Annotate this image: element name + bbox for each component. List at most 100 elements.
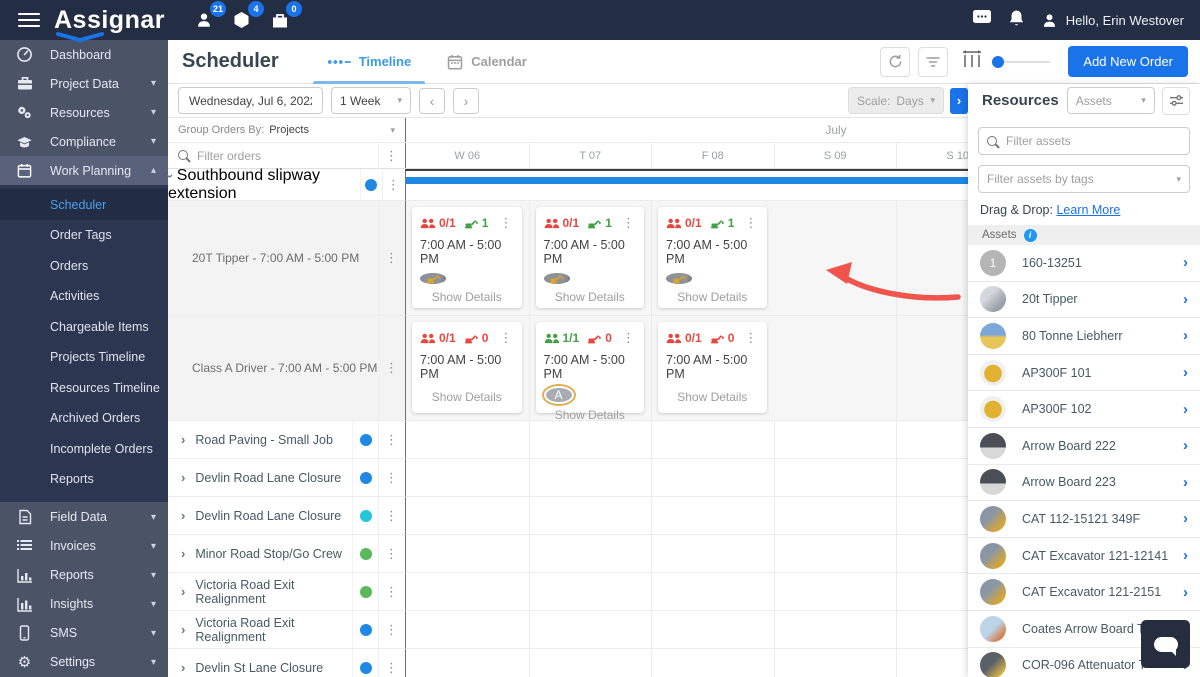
expand-icon[interactable] <box>181 508 185 523</box>
orders-menu-icon[interactable] <box>378 143 405 168</box>
menu-icon[interactable] <box>18 13 40 27</box>
order-group-row[interactable]: Victoria Road Exit Realignment <box>168 611 968 649</box>
sidebar-item-sms[interactable]: SMS ▾ <box>0 619 168 648</box>
asset-list-item[interactable]: Arrow Board 223 <box>968 464 1200 502</box>
asset-chevron-icon[interactable] <box>1183 327 1188 344</box>
order-group-row[interactable]: Devlin Road Lane Closure <box>168 459 968 497</box>
shift-card[interactable]: 1/1 0 7:00 AM - 5:00 PM A <box>535 322 644 422</box>
asset-list-item[interactable]: CAT Excavator 121-2151 <box>968 574 1200 611</box>
asset-avatar[interactable] <box>543 273 570 284</box>
asset-chevron-icon[interactable] <box>1183 547 1188 564</box>
submenu-item[interactable]: Order Tags <box>0 220 168 251</box>
sidebar-item-compliance[interactable]: Compliance ▾ <box>0 127 168 156</box>
range-select[interactable]: 1 Week ▾ <box>331 87 411 114</box>
order-group-row[interactable]: Minor Road Stop/Go Crew <box>168 535 968 573</box>
submenu-item[interactable]: Projects Timeline <box>0 342 168 373</box>
assets-icon[interactable]: 4 <box>229 1 264 33</box>
column-width-button[interactable] <box>962 50 982 73</box>
order-menu-icon[interactable] <box>378 459 405 496</box>
asset-chevron-icon[interactable] <box>1183 474 1188 491</box>
notifications-icon[interactable] <box>1008 9 1025 32</box>
row-menu-icon[interactable] <box>378 201 405 315</box>
row-menu-icon[interactable] <box>378 316 405 420</box>
order-menu-icon[interactable] <box>378 649 405 677</box>
learn-more-link[interactable]: Learn More <box>1056 203 1120 217</box>
filter-button[interactable] <box>918 46 949 77</box>
asset-chevron-icon[interactable] <box>1183 584 1188 601</box>
shift-card[interactable]: 0/1 0 7:00 AM - 5:00 PM <box>412 322 522 413</box>
prev-button[interactable]: ‹ <box>419 87 445 114</box>
sidebar-item-project-data[interactable]: Project Data ▾ <box>0 69 168 98</box>
order-menu-icon[interactable] <box>378 573 405 610</box>
expand-icon[interactable] <box>181 546 185 561</box>
asset-chevron-icon[interactable] <box>1183 510 1188 527</box>
shift-card[interactable]: 0/1 0 7:00 AM - 5:00 PM <box>658 322 767 413</box>
show-details-button[interactable]: Show Details <box>544 284 637 313</box>
asset-list-item[interactable]: 20t Tipper <box>968 281 1200 319</box>
submenu-item[interactable]: Chargeable Items <box>0 311 168 342</box>
group-orders-by-select[interactable]: Group Orders By: Projects ▾ <box>168 118 405 142</box>
order-group-row[interactable]: Victoria Road Exit Realignment <box>168 573 968 611</box>
filter-orders-input[interactable]: Filter orders <box>168 143 405 168</box>
show-details-button[interactable]: Show Details <box>666 384 759 413</box>
expand-panel-button[interactable]: › <box>950 87 968 114</box>
submenu-item[interactable]: Incomplete Orders <box>0 433 168 464</box>
submenu-item[interactable]: Reports <box>0 464 168 495</box>
worker-avatar[interactable]: A <box>545 388 572 402</box>
expand-icon[interactable] <box>181 432 185 447</box>
info-icon[interactable]: i <box>1023 228 1037 242</box>
order-menu-icon[interactable] <box>378 611 405 648</box>
sidebar-item-dashboard[interactable]: Dashboard <box>0 40 168 69</box>
submenu-item[interactable]: Scheduler <box>0 189 168 220</box>
shift-card[interactable]: 0/1 1 7:00 AM - 5:00 PM <box>535 207 644 308</box>
asset-list-item[interactable]: CAT Excavator 121-12141 <box>968 537 1200 575</box>
scale-select[interactable]: Scale: Days ▾ <box>848 87 944 114</box>
asset-list-item[interactable]: AP300F 101 <box>968 354 1200 392</box>
order-group-row[interactable]: Devlin Road Lane Closure <box>168 497 968 535</box>
chat-launcher[interactable] <box>1141 620 1190 668</box>
tab-calendar[interactable]: Calendar <box>443 40 531 84</box>
order-menu-icon[interactable] <box>378 497 405 534</box>
project-duration-bar[interactable] <box>406 177 968 184</box>
submenu-item[interactable]: Orders <box>0 250 168 281</box>
order-group-row[interactable]: Road Paving - Small Job <box>168 421 968 459</box>
order-group-row[interactable]: Southbound slipway extension <box>168 167 968 202</box>
sidebar-item-work-planning[interactable]: Work Planning ▴ <box>0 156 168 186</box>
user-menu[interactable]: Hello, Erin Westover <box>1041 12 1184 29</box>
card-menu-icon[interactable] <box>500 329 514 347</box>
asset-chevron-icon[interactable] <box>1183 291 1188 308</box>
workers-icon[interactable]: 21 <box>191 1 226 33</box>
expand-icon[interactable] <box>181 470 185 485</box>
add-new-order-button[interactable]: Add New Order <box>1068 46 1188 77</box>
brand-logo[interactable]: Assignar <box>54 6 165 42</box>
sidebar-item-invoices[interactable]: Invoices ▾ <box>0 532 168 561</box>
expand-icon[interactable] <box>181 584 185 599</box>
card-menu-icon[interactable] <box>745 329 759 347</box>
filter-tags-select[interactable]: Filter assets by tags ▾ <box>978 165 1190 193</box>
submenu-item[interactable]: Activities <box>0 281 168 312</box>
tab-timeline[interactable]: Timeline <box>312 40 426 84</box>
card-menu-icon[interactable] <box>622 214 636 232</box>
order-group-row[interactable]: Devlin St Lane Closure <box>168 649 968 677</box>
submenu-item[interactable]: Resources Timeline <box>0 372 168 403</box>
sidebar-item-reports[interactable]: Reports ▾ <box>0 561 168 590</box>
asset-avatar[interactable] <box>666 273 692 284</box>
sidebar-item-settings[interactable]: ⚙ Settings ▾ <box>0 648 168 677</box>
card-menu-icon[interactable] <box>622 329 636 347</box>
asset-list-item[interactable]: CAT 112-15121 349F <box>968 501 1200 538</box>
order-menu-icon[interactable] <box>378 535 405 572</box>
asset-avatar[interactable] <box>420 273 446 284</box>
messages-icon[interactable] <box>972 9 992 31</box>
shift-card[interactable]: 0/1 1 7:00 AM - 5:00 PM <box>658 207 767 308</box>
slider-knob[interactable] <box>992 55 1005 68</box>
asset-chevron-icon[interactable] <box>1183 364 1188 381</box>
show-details-button[interactable]: Show Details <box>420 384 514 413</box>
shift-card[interactable]: 0/1 1 7:00 AM - 5:00 PM <box>412 207 522 308</box>
collapse-icon[interactable] <box>161 173 179 177</box>
asset-chevron-icon[interactable] <box>1183 437 1188 454</box>
card-menu-icon[interactable] <box>500 214 514 232</box>
expand-icon[interactable] <box>181 622 185 637</box>
card-menu-icon[interactable] <box>745 214 759 232</box>
order-menu-icon[interactable] <box>378 421 405 458</box>
sidebar-item-insights[interactable]: Insights ▾ <box>0 590 168 619</box>
